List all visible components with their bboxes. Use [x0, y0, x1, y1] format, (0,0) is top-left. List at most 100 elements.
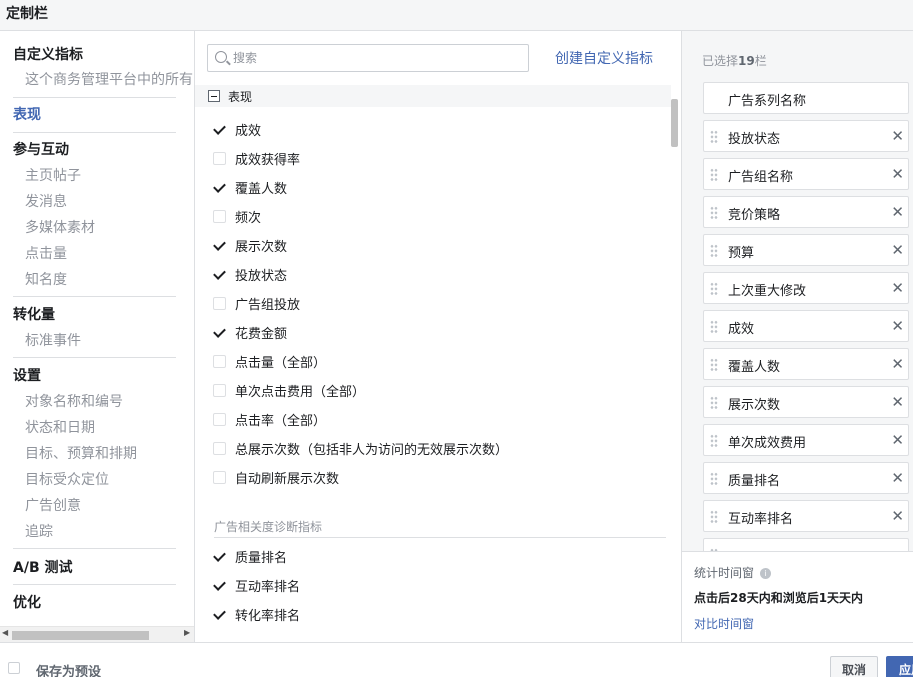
selected-column-chip[interactable]: 质量排名 ✕	[703, 462, 909, 494]
drag-handle-icon[interactable]	[710, 320, 718, 334]
save-preset-checkbox[interactable]	[8, 662, 20, 674]
metric-checkbox[interactable]	[213, 123, 226, 136]
nav-engagement[interactable]: 参与互动	[13, 139, 69, 159]
selected-column-chip[interactable]: 成效 ✕	[703, 310, 909, 342]
scroll-right-arrow-icon[interactable]: ▶	[184, 628, 190, 637]
metric-checkbox[interactable]	[213, 210, 226, 223]
nav-settings-status-dates[interactable]: 状态和日期	[25, 417, 95, 437]
save-preset-label[interactable]: 保存为预设	[36, 661, 101, 677]
search-icon	[215, 51, 227, 63]
nav-divider	[13, 296, 176, 297]
attribution-window-section: 统计时间窗 i 点击后28天内和浏览后1天天内 对比时间窗	[682, 551, 913, 642]
collapse-minus-icon[interactable]	[208, 90, 220, 102]
nav-settings-targeting[interactable]: 目标受众定位	[25, 469, 109, 489]
selected-column-chip[interactable]: 展示次数 ✕	[703, 386, 909, 418]
metric-checkbox[interactable]	[213, 442, 226, 455]
search-box[interactable]	[207, 44, 529, 72]
nav-custom-metrics-sub[interactable]: 这个商务管理平台中的所有	[25, 69, 193, 89]
diagnostics-section-title: 广告相关度诊断指标	[214, 520, 323, 534]
nav-divider	[13, 548, 176, 549]
remove-column-icon[interactable]: ✕	[891, 203, 904, 221]
nav-settings-goal-budget[interactable]: 目标、预算和排期	[25, 443, 137, 463]
metric-checkbox[interactable]	[213, 413, 226, 426]
selected-column-chip[interactable]: 广告组名称 ✕	[703, 158, 909, 190]
remove-column-icon[interactable]: ✕	[891, 355, 904, 373]
metric-checkbox[interactable]	[213, 471, 226, 484]
apply-button[interactable]: 应用	[886, 656, 913, 677]
metric-checkbox[interactable]	[213, 608, 226, 621]
drag-handle-icon[interactable]	[710, 244, 718, 258]
nav-engagement-awareness[interactable]: 知名度	[25, 269, 67, 289]
nav-custom-metrics[interactable]: 自定义指标	[13, 44, 83, 64]
chip-label: 上次重大修改	[728, 284, 807, 299]
drag-handle-icon[interactable]	[710, 510, 718, 524]
remove-column-icon[interactable]: ✕	[891, 507, 904, 525]
metric-checkbox[interactable]	[213, 384, 226, 397]
remove-column-icon[interactable]: ✕	[891, 165, 904, 183]
nav-settings-creative[interactable]: 广告创意	[25, 495, 81, 515]
selected-column-chip[interactable]: 单次成效费用 ✕	[703, 424, 909, 456]
nav-engagement-clicks[interactable]: 点击量	[25, 243, 67, 263]
info-icon[interactable]: i	[760, 568, 772, 579]
drag-handle-icon[interactable]	[710, 434, 718, 448]
metric-checkbox[interactable]	[213, 297, 226, 310]
metric-checkbox[interactable]	[213, 239, 226, 252]
cancel-button[interactable]: 取消	[830, 656, 878, 677]
metric-checkbox[interactable]	[213, 579, 226, 592]
metric-checkbox[interactable]	[213, 355, 226, 368]
selected-column-chip[interactable]: 投放状态 ✕	[703, 120, 909, 152]
metric-label: 频次	[235, 211, 262, 226]
metric-label: 点击率（全部）	[235, 414, 327, 429]
nav-optimization[interactable]: 优化	[13, 592, 41, 612]
drag-handle-icon[interactable]	[710, 168, 718, 182]
search-input[interactable]	[233, 49, 518, 67]
remove-column-icon[interactable]: ✕	[891, 127, 904, 145]
attribution-title: 统计时间窗	[694, 566, 755, 580]
remove-column-icon[interactable]: ✕	[891, 431, 904, 449]
selected-column-chip[interactable]: 覆盖人数 ✕	[703, 348, 909, 380]
metric-checkbox[interactable]	[213, 268, 226, 281]
metric-label: 转化率排名	[235, 609, 301, 624]
nav-ab-test[interactable]: A/B 测试	[13, 557, 73, 577]
remove-column-icon[interactable]: ✕	[891, 241, 904, 259]
metric-label: 展示次数	[235, 240, 288, 255]
drag-handle-icon[interactable]	[710, 358, 718, 372]
nav-performance[interactable]: 表现	[13, 104, 41, 124]
nav-settings-object-names[interactable]: 对象名称和编号	[25, 391, 123, 411]
drag-handle-icon[interactable]	[710, 206, 718, 220]
selected-column-chip[interactable]: 上次重大修改 ✕	[703, 272, 909, 304]
create-custom-metric-link[interactable]: 创建自定义指标	[555, 48, 653, 68]
nav-settings-tracking[interactable]: 追踪	[25, 521, 53, 541]
nav-engagement-media[interactable]: 多媒体素材	[25, 217, 95, 237]
remove-column-icon[interactable]: ✕	[891, 393, 904, 411]
drag-handle-icon[interactable]	[710, 472, 718, 486]
list-vertical-scrollbar[interactable]	[671, 85, 681, 642]
remove-column-icon[interactable]: ✕	[891, 469, 904, 487]
scrollbar-thumb[interactable]	[671, 99, 678, 147]
nav-engagement-messaging[interactable]: 发消息	[25, 191, 67, 211]
selected-column-chip[interactable]: 竞价策略 ✕	[703, 196, 909, 228]
selected-column-chip[interactable]: 广告系列名称	[703, 82, 909, 114]
nav-engagement-page-posts[interactable]: 主页帖子	[25, 165, 81, 185]
nav-conversions-standard-events[interactable]: 标准事件	[25, 330, 81, 350]
drag-handle-icon[interactable]	[710, 396, 718, 410]
drag-handle-icon[interactable]	[710, 130, 718, 144]
nav-conversions[interactable]: 转化量	[13, 304, 55, 324]
metric-label: 成效	[235, 124, 262, 139]
metric-checkbox[interactable]	[213, 181, 226, 194]
nav-settings[interactable]: 设置	[13, 365, 41, 385]
compare-attribution-link[interactable]: 对比时间窗	[694, 615, 754, 632]
remove-column-icon[interactable]: ✕	[891, 317, 904, 335]
scrollbar-thumb[interactable]	[12, 631, 149, 640]
drag-handle-icon[interactable]	[710, 282, 718, 296]
metric-checkbox[interactable]	[213, 550, 226, 563]
selected-column-chip[interactable]: 互动率排名 ✕	[703, 500, 909, 532]
metric-label: 成效获得率	[235, 153, 301, 168]
metric-checkbox[interactable]	[213, 152, 226, 165]
selected-column-chip[interactable]: 预算 ✕	[703, 234, 909, 266]
performance-section-header[interactable]: 表现	[195, 85, 671, 107]
scroll-left-arrow-icon[interactable]: ◀	[2, 628, 8, 637]
metric-checkbox[interactable]	[213, 326, 226, 339]
remove-column-icon[interactable]: ✕	[891, 279, 904, 297]
nav-horizontal-scrollbar[interactable]: ◀ ▶	[0, 626, 194, 642]
